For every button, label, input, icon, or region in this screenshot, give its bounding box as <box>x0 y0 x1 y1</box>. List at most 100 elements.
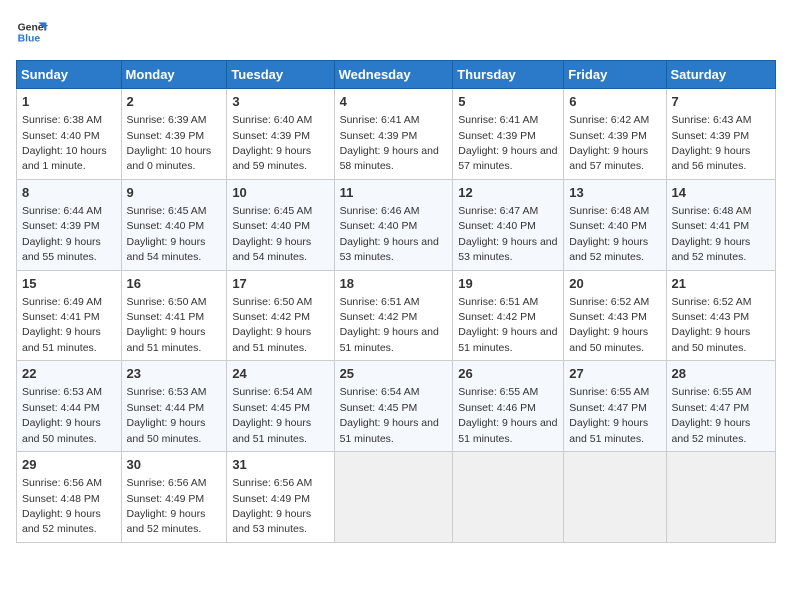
calendar-week-3: 15 Sunrise: 6:49 AMSunset: 4:41 PMDaylig… <box>17 270 776 361</box>
calendar-cell: 21 Sunrise: 6:52 AMSunset: 4:43 PMDaylig… <box>666 270 775 361</box>
day-detail: Sunrise: 6:42 AMSunset: 4:39 PMDaylight:… <box>569 114 649 172</box>
day-number: 20 <box>569 275 660 293</box>
calendar-cell: 24 Sunrise: 6:54 AMSunset: 4:45 PMDaylig… <box>227 361 334 452</box>
day-number: 21 <box>672 275 770 293</box>
day-detail: Sunrise: 6:41 AMSunset: 4:39 PMDaylight:… <box>340 114 439 172</box>
day-detail: Sunrise: 6:48 AMSunset: 4:41 PMDaylight:… <box>672 205 752 263</box>
day-detail: Sunrise: 6:39 AMSunset: 4:39 PMDaylight:… <box>127 114 212 172</box>
calendar-cell: 14 Sunrise: 6:48 AMSunset: 4:41 PMDaylig… <box>666 179 775 270</box>
calendar-cell: 12 Sunrise: 6:47 AMSunset: 4:40 PMDaylig… <box>453 179 564 270</box>
day-detail: Sunrise: 6:54 AMSunset: 4:45 PMDaylight:… <box>232 386 312 444</box>
weekday-header-wednesday: Wednesday <box>334 61 453 89</box>
calendar-cell: 8 Sunrise: 6:44 AMSunset: 4:39 PMDayligh… <box>17 179 122 270</box>
day-detail: Sunrise: 6:45 AMSunset: 4:40 PMDaylight:… <box>232 205 312 263</box>
calendar-cell: 28 Sunrise: 6:55 AMSunset: 4:47 PMDaylig… <box>666 361 775 452</box>
day-number: 1 <box>22 93 116 111</box>
day-detail: Sunrise: 6:44 AMSunset: 4:39 PMDaylight:… <box>22 205 102 263</box>
day-detail: Sunrise: 6:52 AMSunset: 4:43 PMDaylight:… <box>569 296 649 354</box>
calendar-cell <box>334 452 453 543</box>
calendar-cell: 25 Sunrise: 6:54 AMSunset: 4:45 PMDaylig… <box>334 361 453 452</box>
day-detail: Sunrise: 6:55 AMSunset: 4:47 PMDaylight:… <box>569 386 649 444</box>
calendar-table: SundayMondayTuesdayWednesdayThursdayFrid… <box>16 60 776 543</box>
day-number: 12 <box>458 184 558 202</box>
day-number: 15 <box>22 275 116 293</box>
day-detail: Sunrise: 6:54 AMSunset: 4:45 PMDaylight:… <box>340 386 439 444</box>
calendar-cell: 29 Sunrise: 6:56 AMSunset: 4:48 PMDaylig… <box>17 452 122 543</box>
day-detail: Sunrise: 6:56 AMSunset: 4:48 PMDaylight:… <box>22 477 102 535</box>
day-detail: Sunrise: 6:52 AMSunset: 4:43 PMDaylight:… <box>672 296 752 354</box>
day-number: 11 <box>340 184 448 202</box>
calendar-cell: 20 Sunrise: 6:52 AMSunset: 4:43 PMDaylig… <box>564 270 666 361</box>
day-detail: Sunrise: 6:40 AMSunset: 4:39 PMDaylight:… <box>232 114 312 172</box>
day-detail: Sunrise: 6:45 AMSunset: 4:40 PMDaylight:… <box>127 205 207 263</box>
weekday-header-thursday: Thursday <box>453 61 564 89</box>
day-number: 4 <box>340 93 448 111</box>
calendar-cell <box>453 452 564 543</box>
day-detail: Sunrise: 6:41 AMSunset: 4:39 PMDaylight:… <box>458 114 557 172</box>
calendar-cell: 27 Sunrise: 6:55 AMSunset: 4:47 PMDaylig… <box>564 361 666 452</box>
day-number: 28 <box>672 365 770 383</box>
day-detail: Sunrise: 6:38 AMSunset: 4:40 PMDaylight:… <box>22 114 107 172</box>
day-number: 25 <box>340 365 448 383</box>
weekday-header-friday: Friday <box>564 61 666 89</box>
calendar-cell: 3 Sunrise: 6:40 AMSunset: 4:39 PMDayligh… <box>227 89 334 180</box>
calendar-cell: 4 Sunrise: 6:41 AMSunset: 4:39 PMDayligh… <box>334 89 453 180</box>
calendar-cell: 16 Sunrise: 6:50 AMSunset: 4:41 PMDaylig… <box>121 270 227 361</box>
calendar-cell: 2 Sunrise: 6:39 AMSunset: 4:39 PMDayligh… <box>121 89 227 180</box>
day-number: 8 <box>22 184 116 202</box>
day-detail: Sunrise: 6:50 AMSunset: 4:42 PMDaylight:… <box>232 296 312 354</box>
day-number: 13 <box>569 184 660 202</box>
day-number: 19 <box>458 275 558 293</box>
day-number: 10 <box>232 184 328 202</box>
calendar-cell: 31 Sunrise: 6:56 AMSunset: 4:49 PMDaylig… <box>227 452 334 543</box>
day-number: 26 <box>458 365 558 383</box>
weekday-header-tuesday: Tuesday <box>227 61 334 89</box>
calendar-cell: 6 Sunrise: 6:42 AMSunset: 4:39 PMDayligh… <box>564 89 666 180</box>
calendar-cell: 22 Sunrise: 6:53 AMSunset: 4:44 PMDaylig… <box>17 361 122 452</box>
calendar-week-2: 8 Sunrise: 6:44 AMSunset: 4:39 PMDayligh… <box>17 179 776 270</box>
day-number: 17 <box>232 275 328 293</box>
day-detail: Sunrise: 6:55 AMSunset: 4:46 PMDaylight:… <box>458 386 557 444</box>
page-header: General Blue <box>16 16 776 48</box>
calendar-cell <box>564 452 666 543</box>
svg-text:Blue: Blue <box>18 34 41 45</box>
day-detail: Sunrise: 6:55 AMSunset: 4:47 PMDaylight:… <box>672 386 752 444</box>
calendar-cell: 23 Sunrise: 6:53 AMSunset: 4:44 PMDaylig… <box>121 361 227 452</box>
day-number: 18 <box>340 275 448 293</box>
day-number: 3 <box>232 93 328 111</box>
day-detail: Sunrise: 6:43 AMSunset: 4:39 PMDaylight:… <box>672 114 752 172</box>
day-detail: Sunrise: 6:56 AMSunset: 4:49 PMDaylight:… <box>232 477 312 535</box>
day-number: 22 <box>22 365 116 383</box>
day-detail: Sunrise: 6:53 AMSunset: 4:44 PMDaylight:… <box>22 386 102 444</box>
day-number: 23 <box>127 365 222 383</box>
calendar-cell: 10 Sunrise: 6:45 AMSunset: 4:40 PMDaylig… <box>227 179 334 270</box>
day-detail: Sunrise: 6:48 AMSunset: 4:40 PMDaylight:… <box>569 205 649 263</box>
day-detail: Sunrise: 6:51 AMSunset: 4:42 PMDaylight:… <box>340 296 439 354</box>
weekday-header-monday: Monday <box>121 61 227 89</box>
calendar-cell: 5 Sunrise: 6:41 AMSunset: 4:39 PMDayligh… <box>453 89 564 180</box>
day-number: 6 <box>569 93 660 111</box>
calendar-cell: 26 Sunrise: 6:55 AMSunset: 4:46 PMDaylig… <box>453 361 564 452</box>
logo-icon: General Blue <box>16 16 48 48</box>
day-detail: Sunrise: 6:50 AMSunset: 4:41 PMDaylight:… <box>127 296 207 354</box>
calendar-week-1: 1 Sunrise: 6:38 AMSunset: 4:40 PMDayligh… <box>17 89 776 180</box>
day-detail: Sunrise: 6:53 AMSunset: 4:44 PMDaylight:… <box>127 386 207 444</box>
day-number: 7 <box>672 93 770 111</box>
calendar-cell: 11 Sunrise: 6:46 AMSunset: 4:40 PMDaylig… <box>334 179 453 270</box>
day-detail: Sunrise: 6:56 AMSunset: 4:49 PMDaylight:… <box>127 477 207 535</box>
day-number: 30 <box>127 456 222 474</box>
day-detail: Sunrise: 6:46 AMSunset: 4:40 PMDaylight:… <box>340 205 439 263</box>
calendar-cell: 15 Sunrise: 6:49 AMSunset: 4:41 PMDaylig… <box>17 270 122 361</box>
calendar-week-5: 29 Sunrise: 6:56 AMSunset: 4:48 PMDaylig… <box>17 452 776 543</box>
day-detail: Sunrise: 6:49 AMSunset: 4:41 PMDaylight:… <box>22 296 102 354</box>
day-number: 9 <box>127 184 222 202</box>
calendar-cell: 7 Sunrise: 6:43 AMSunset: 4:39 PMDayligh… <box>666 89 775 180</box>
day-detail: Sunrise: 6:51 AMSunset: 4:42 PMDaylight:… <box>458 296 557 354</box>
calendar-cell: 13 Sunrise: 6:48 AMSunset: 4:40 PMDaylig… <box>564 179 666 270</box>
logo: General Blue <box>16 16 48 48</box>
day-detail: Sunrise: 6:47 AMSunset: 4:40 PMDaylight:… <box>458 205 557 263</box>
calendar-cell <box>666 452 775 543</box>
day-number: 31 <box>232 456 328 474</box>
day-number: 14 <box>672 184 770 202</box>
calendar-cell: 9 Sunrise: 6:45 AMSunset: 4:40 PMDayligh… <box>121 179 227 270</box>
